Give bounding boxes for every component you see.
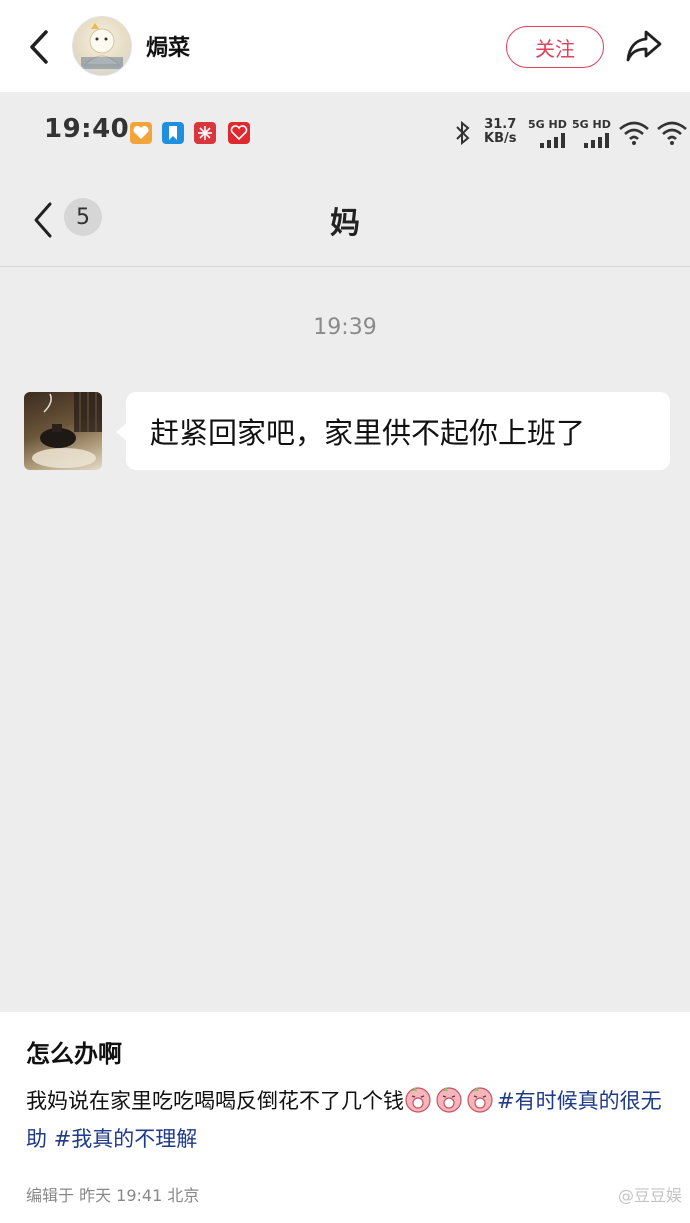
post-title: 怎么办啊	[26, 1040, 122, 1068]
crying-emoji-icon	[405, 1087, 431, 1113]
signal-label-2: 5G HD	[572, 118, 611, 131]
post-body: 我妈说在家里吃吃喝喝反倒花不了几个钱 #有时候真的很无助 #我真的不理解	[26, 1082, 666, 1158]
signal-icon-2	[584, 133, 609, 148]
status-time: 19:40	[44, 114, 130, 144]
bluetooth-icon	[456, 120, 470, 146]
snow-app-icon	[194, 122, 216, 144]
message-timestamp: 19:39	[313, 315, 377, 340]
chat-title: 妈	[330, 206, 360, 241]
share-icon	[626, 30, 662, 62]
love-app-icon	[228, 122, 250, 144]
avatar-illustration	[81, 23, 123, 69]
author-name[interactable]: 焗菜	[146, 30, 190, 62]
post-body-text: 我妈说在家里吃吃喝喝反倒花不了几个钱	[26, 1089, 404, 1113]
message-bubble[interactable]: 赶紧回家吧，家里供不起你上班了	[126, 392, 670, 470]
follow-button[interactable]: 关注	[506, 26, 604, 68]
back-button[interactable]	[24, 26, 56, 68]
wifi-icon	[619, 121, 649, 145]
avatar-photo	[32, 392, 102, 468]
bookmark-app-icon	[162, 122, 184, 144]
chat-screenshot[interactable]: 19:40 31.7 KB/s 5G HD 5G HD 5 妈 19:39 赶紧…	[0, 92, 690, 1012]
author-avatar[interactable]	[72, 16, 132, 76]
post-meta: 编辑于 昨天 19:41 北京	[26, 1186, 200, 1205]
crying-emoji-icon	[467, 1087, 493, 1113]
app-header: 焗菜 关注	[0, 0, 690, 92]
back-icon	[30, 30, 48, 64]
network-speed: 31.7 KB/s	[484, 118, 516, 146]
heart-app-icon	[130, 122, 152, 144]
share-button[interactable]	[624, 26, 664, 66]
wifi-icon-2	[657, 121, 687, 145]
crying-emoji-icon	[436, 1087, 462, 1113]
crying-emoji-group	[404, 1087, 497, 1113]
phone-status-bar: 19:40 31.7 KB/s 5G HD 5G HD	[0, 92, 690, 172]
network-speed-unit: KB/s	[484, 131, 517, 146]
sender-avatar[interactable]	[24, 392, 102, 470]
hashtag-link-2[interactable]: #我真的不理解	[54, 1127, 198, 1151]
post-content: 怎么办啊 我妈说在家里吃吃喝喝反倒花不了几个钱 #有时候真的很无助 #我真的不理解…	[0, 1012, 690, 1223]
signal-label-1: 5G HD	[528, 118, 567, 131]
watermark: @豆豆娱	[617, 1186, 682, 1205]
signal-icon	[540, 133, 565, 148]
network-speed-value: 31.7	[484, 117, 517, 132]
